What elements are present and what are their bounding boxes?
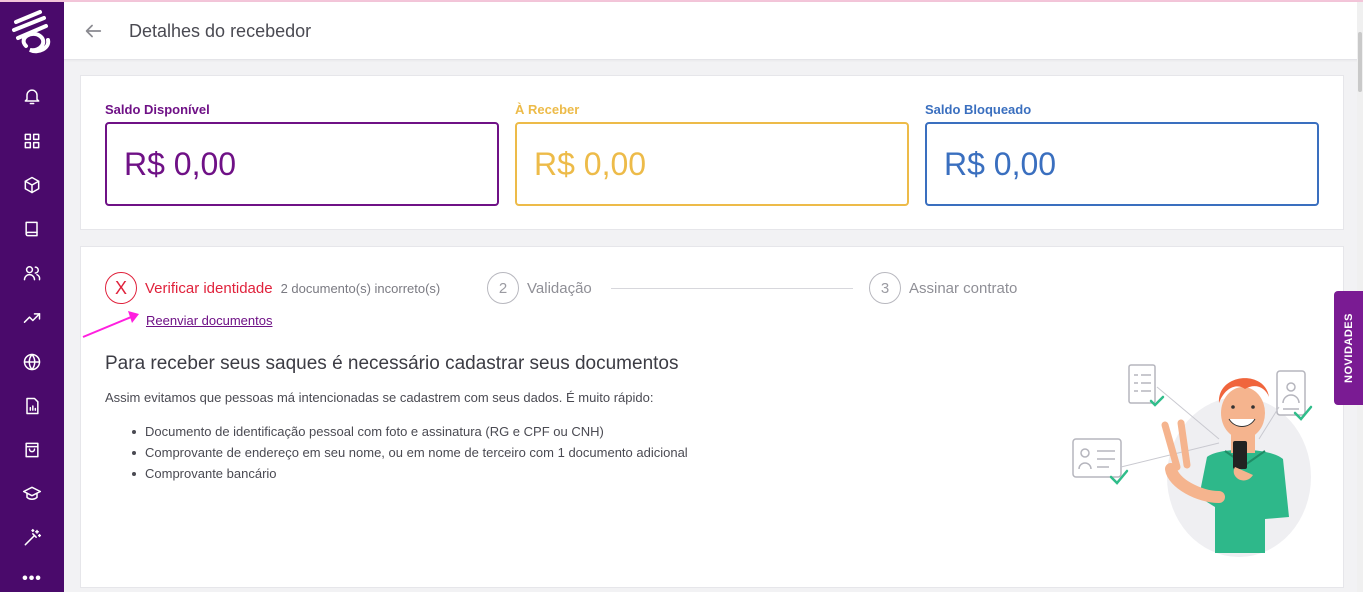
balance-blocked-label: Saldo Bloqueado <box>925 102 1032 117</box>
page-title: Detalhes do recebedor <box>129 21 312 41</box>
balance-receivable-value: R$ 0,00 <box>515 122 909 206</box>
list-item: Documento de identificação pessoal com f… <box>125 424 688 440</box>
balance-blocked-value: R$ 0,00 <box>925 122 1319 206</box>
back-arrow-icon[interactable] <box>82 20 106 44</box>
step-name: Assinar contrato <box>909 279 1018 297</box>
balances-card: Saldo Disponível R$ 0,00 À Receber R$ 0,… <box>80 75 1344 230</box>
step-name: Validação <box>527 279 592 297</box>
step-number: 3 <box>869 272 901 304</box>
report-icon[interactable] <box>20 394 44 418</box>
verification-card: X Verificar identidade 2 documento(s) in… <box>80 246 1344 588</box>
balance-available-label: Saldo Disponível <box>105 102 210 117</box>
book-icon[interactable] <box>20 217 44 241</box>
annotation-arrow-icon <box>82 311 139 338</box>
balance-available: Saldo Disponível R$ 0,00 <box>105 102 499 206</box>
magic-wand-icon[interactable] <box>20 526 44 550</box>
users-icon[interactable] <box>20 261 44 285</box>
trending-up-icon[interactable] <box>20 306 44 330</box>
step-connector <box>611 288 853 289</box>
brand-logo-icon[interactable] <box>10 8 54 56</box>
step-error-icon: X <box>105 272 137 304</box>
step-name: Verificar identidade <box>145 279 273 297</box>
balance-available-value: R$ 0,00 <box>105 122 499 206</box>
step-validation: 2 Validação <box>487 272 592 304</box>
step-status: 2 documento(s) incorreto(s) <box>280 280 441 296</box>
balance-receivable-label: À Receber <box>515 102 580 117</box>
list-item: Comprovante bancário <box>125 466 688 482</box>
bell-icon[interactable] <box>20 84 44 108</box>
globe-icon[interactable] <box>20 350 44 374</box>
required-documents-list: Documento de identificação pessoal com f… <box>125 424 688 487</box>
section-description: Assim evitamos que pessoas má intenciona… <box>105 390 654 405</box>
list-item: Comprovante de endereço em seu nome, ou … <box>125 445 688 461</box>
step-number: 2 <box>487 272 519 304</box>
section-heading: Para receber seus saques é necessário ca… <box>105 353 679 374</box>
shopping-bag-icon[interactable] <box>20 438 44 462</box>
graduation-cap-icon[interactable] <box>20 482 44 506</box>
box-icon[interactable] <box>20 173 44 197</box>
sidebar: ••• <box>0 2 64 592</box>
step-sign-contract: 3 Assinar contrato <box>869 272 1017 304</box>
novidades-label: NOVIDADES <box>1342 313 1355 383</box>
page-header: Detalhes do recebedor <box>64 2 1359 60</box>
grid-icon[interactable] <box>20 129 44 153</box>
novidades-tab[interactable]: NOVIDADES <box>1334 291 1363 405</box>
resend-documents-link[interactable]: Reenviar documentos <box>146 313 272 328</box>
more-icon[interactable]: ••• <box>20 570 44 590</box>
documents-illustration <box>1072 364 1313 557</box>
step-verify-identity: X Verificar identidade 2 documento(s) in… <box>105 272 440 304</box>
balance-receivable: À Receber R$ 0,00 <box>515 102 909 206</box>
balance-blocked: Saldo Bloqueado R$ 0,00 <box>925 102 1319 206</box>
